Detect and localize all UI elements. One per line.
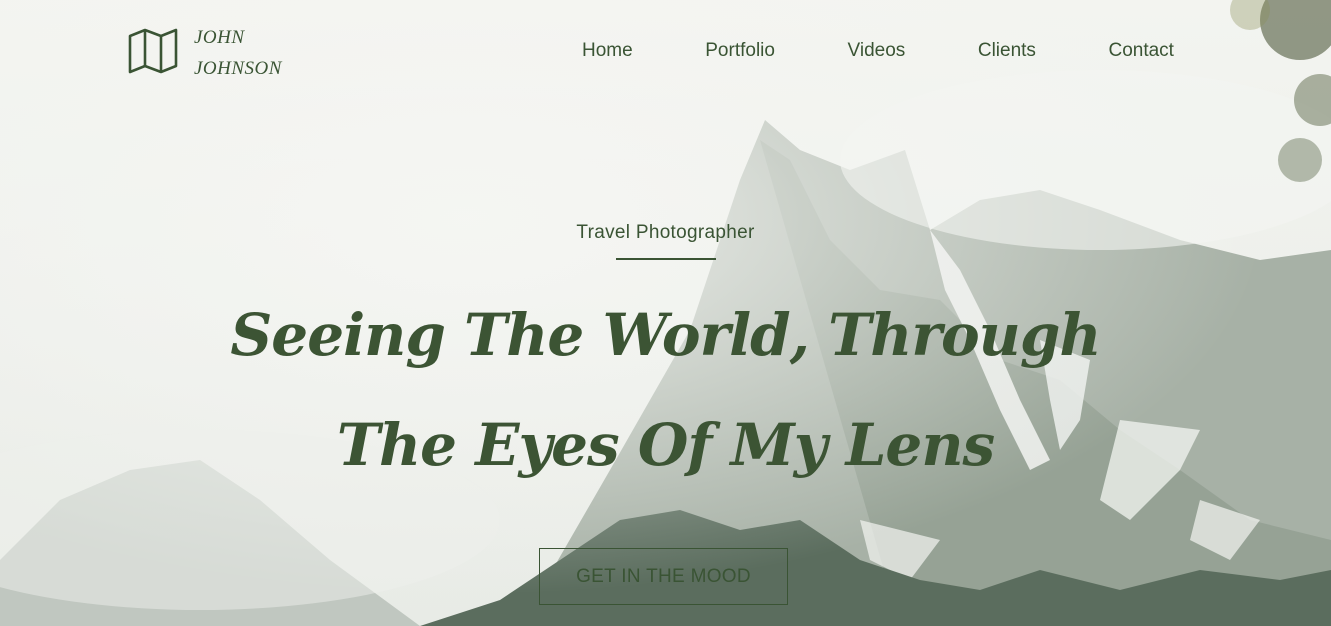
nav-home[interactable]: Home [582,40,633,62]
brand-name: JOHN JOHNSON [194,22,282,84]
hero-divider [615,258,716,260]
site-header: JOHN JOHNSON Home Portfolio Videos Clien… [0,0,1331,110]
main-nav: Home Portfolio Videos Clients Contact [548,40,1208,62]
brand-last-name: JOHNSON [194,58,282,79]
nav-clients[interactable]: Clients [978,40,1036,62]
brand-first-name: JOHN [194,27,245,48]
get-in-the-mood-button[interactable]: GET IN THE MOOD [539,548,788,605]
hero-headline: Seeing The World, Through The Eyes Of My… [0,280,1331,500]
hero-headline-line-2: The Eyes Of My Lens [336,411,995,479]
map-icon [128,28,178,74]
nav-portfolio[interactable]: Portfolio [705,40,775,62]
brand-logo[interactable]: JOHN JOHNSON [128,22,282,84]
hero-subtitle: Travel Photographer [576,222,755,243]
nav-videos[interactable]: Videos [848,40,906,62]
hero-headline-line-1: Seeing The World, Through [230,301,1101,369]
nav-contact[interactable]: Contact [1108,40,1173,62]
hero-section: Travel Photographer Seeing The World, Th… [0,222,1331,500]
